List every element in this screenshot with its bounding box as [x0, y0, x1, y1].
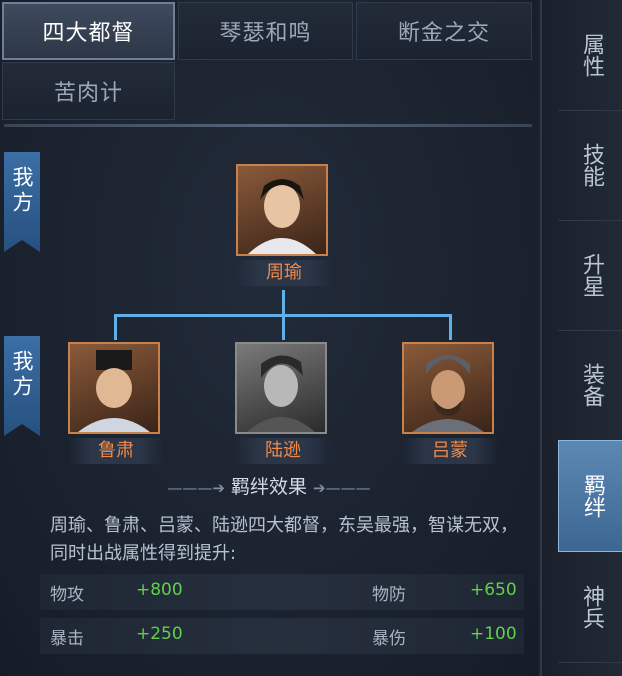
effect-title-text: 羁绊效果	[230, 476, 307, 498]
stat-value: +250	[136, 624, 183, 644]
hero-member-2[interactable]: 陆逊	[235, 342, 331, 464]
hero-member-1[interactable]: 鲁肃	[68, 342, 164, 464]
nav-label: 装备	[579, 363, 604, 407]
stat-row: 物攻 +800 物防 +650	[40, 574, 524, 610]
hero-portrait-luxun[interactable]	[235, 342, 327, 434]
hero-portrait-zhouyu[interactable]	[236, 164, 328, 256]
hero-name: 周瑜	[236, 260, 332, 286]
tab-harmony[interactable]: 琴瑟和鸣	[178, 2, 353, 60]
hero-member-3[interactable]: 吕蒙	[402, 342, 498, 464]
hero-avatar-icon	[78, 350, 150, 432]
hero-avatar-icon	[247, 355, 315, 432]
stat-label: 暴伤	[372, 629, 406, 649]
hero-leader[interactable]: 周瑜	[236, 164, 332, 286]
stat-label: 暴击	[50, 629, 84, 649]
effect-description: 周瑜、鲁肃、吕蒙、陆逊四大都督，东吴最强，智谋无双，同时出战属性得到提升:	[50, 515, 518, 564]
connector-left	[114, 314, 117, 340]
hero-avatar-icon	[248, 179, 316, 254]
hero-name: 吕蒙	[402, 438, 498, 464]
nav-label: 羁绊	[580, 474, 605, 518]
tab-four-governors[interactable]: 四大都督	[2, 2, 175, 60]
bond-panel: 四大都督 琴瑟和鸣 断金之交 苦肉计 我方 我方 周瑜 鲁肃 陆逊 吕蒙 ———…	[0, 0, 538, 676]
nav-skills[interactable]: 技能	[558, 110, 622, 221]
tab-golden-friendship[interactable]: 断金之交	[356, 2, 532, 60]
tabs-divider	[4, 124, 532, 127]
arrow-right-icon: ———➔	[167, 479, 225, 497]
nav-star-up[interactable]: 升星	[558, 220, 622, 331]
side-nav: 属性 技能 升星 装备 羁绊 神兵	[540, 0, 622, 676]
stat-value: +100	[470, 624, 517, 644]
effect-title: ———➔ 羁绊效果 ➔———	[0, 472, 538, 499]
nav-bonds[interactable]: 羁绊	[558, 440, 622, 552]
stat-row: 暴击 +250 暴伤 +100	[40, 618, 524, 654]
nav-label: 升星	[579, 253, 604, 297]
our-side-tag-top: 我方	[4, 152, 40, 252]
stat-value: +650	[470, 580, 517, 600]
connector-middle	[282, 314, 285, 340]
nav-attributes[interactable]: 属性	[558, 0, 622, 111]
nav-label: 神兵	[579, 585, 604, 629]
stat-label: 物攻	[50, 585, 84, 605]
hero-avatar-icon	[412, 355, 484, 432]
nav-label: 技能	[579, 143, 604, 187]
stat-label: 物防	[372, 585, 406, 605]
nav-divine-weapon[interactable]: 神兵	[558, 552, 622, 663]
connector-vertical-top	[282, 290, 285, 316]
arrow-left-icon: ➔———	[313, 479, 371, 497]
our-side-tag-bottom: 我方	[4, 336, 40, 436]
connector-right	[449, 314, 452, 340]
hero-portrait-lvmeng[interactable]	[402, 342, 494, 434]
hero-portrait-lusu[interactable]	[68, 342, 160, 434]
stat-value: +800	[136, 580, 183, 600]
hero-name: 陆逊	[235, 438, 331, 464]
tab-self-injury-ruse[interactable]: 苦肉计	[2, 62, 175, 120]
nav-label: 属性	[579, 33, 604, 77]
hero-name: 鲁肃	[68, 438, 164, 464]
nav-equipment[interactable]: 装备	[558, 330, 622, 441]
